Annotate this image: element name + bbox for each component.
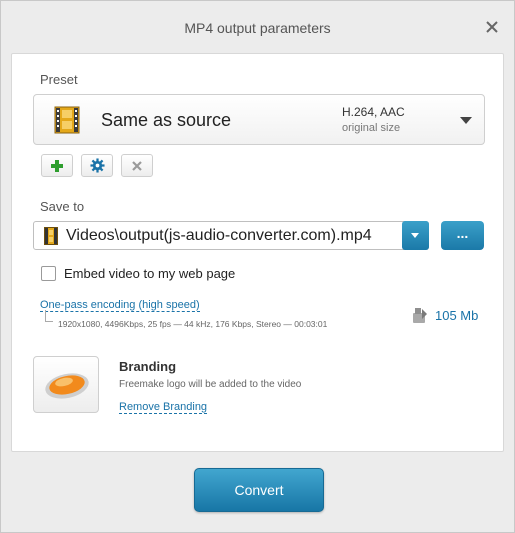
browse-button[interactable]: ... (441, 221, 484, 250)
branding-title: Branding (119, 359, 177, 374)
branding-tile[interactable] (33, 356, 99, 413)
film-strip-icon (44, 227, 58, 245)
preset-name: Same as source (101, 110, 232, 130)
file-size-icon (413, 308, 427, 323)
save-path-dropdown-button[interactable] (402, 221, 429, 250)
dialog-title: MP4 output parameters (184, 20, 331, 36)
plus-icon (51, 159, 63, 172)
mp4-output-dialog: MP4 output parameters Preset Same as sou… (0, 0, 515, 533)
edit-preset-button[interactable] (81, 154, 113, 177)
add-preset-button[interactable] (41, 154, 73, 177)
close-icon (486, 21, 498, 33)
x-icon (132, 160, 142, 171)
film-strip-icon (54, 106, 80, 134)
embed-checkbox[interactable] (41, 266, 56, 281)
preset-codec: H.264, AAC (342, 105, 405, 119)
save-to-label: Save to (40, 199, 85, 214)
gear-icon (89, 158, 105, 173)
output-size: 105 Mb (435, 308, 479, 323)
delete-preset-button[interactable] (121, 154, 153, 177)
convert-button[interactable]: Convert (194, 468, 324, 512)
chevron-down-icon (460, 117, 472, 124)
tree-connector (45, 310, 53, 322)
save-path-field[interactable]: Videos\output(js-audio-converter.com).mp… (33, 221, 429, 250)
freemake-logo-icon (45, 373, 89, 399)
preset-size: original size (342, 122, 401, 134)
settings-panel: Preset Same as source H.264, AAC origina… (11, 53, 504, 452)
branding-description: Freemake logo will be added to the video (119, 379, 302, 390)
remove-branding-link[interactable]: Remove Branding (119, 401, 208, 414)
chevron-down-icon (411, 233, 419, 238)
encoding-details: 1920x1080, 4496Kbps, 25 fps — 44 kHz, 17… (58, 319, 328, 329)
encoding-mode-link[interactable]: One-pass encoding (high speed) (40, 299, 200, 312)
close-button[interactable] (484, 19, 500, 35)
preset-dropdown[interactable]: Same as source H.264, AAC original size (33, 94, 485, 145)
embed-label: Embed video to my web page (64, 266, 236, 281)
preset-label: Preset (40, 72, 78, 87)
save-path-text: Videos\output(js-audio-converter.com).mp… (66, 227, 372, 244)
